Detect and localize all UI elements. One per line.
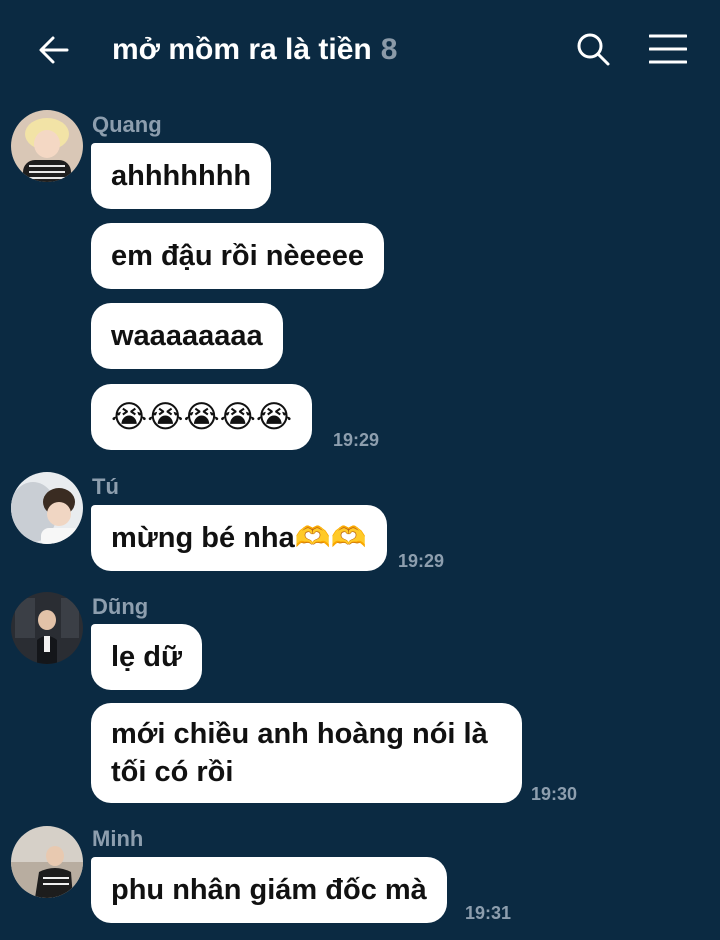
message-bubble[interactable]: phu nhân giám đốc mà [91,857,447,923]
message-bubble[interactable]: mới chiều anh hoàng nói là tối có rồi [91,703,522,803]
sender-name-tu: Tú [92,474,119,499]
message-bubble[interactable]: em đậu rồi nèeeee [91,223,385,289]
member-count: 8 [380,33,398,66]
message-bubble[interactable]: 😭😭😭😭😭 [91,384,313,450]
message-timestamp: 19:29 [398,551,445,571]
chat-title[interactable]: mở mồm ra là tiền 8 [112,28,397,72]
search-icon [577,33,610,66]
sender-name-dung: Dũng [92,594,149,619]
message-timestamp: 19:30 [531,784,578,804]
message-timestamp: 19:29 [333,430,380,450]
menu-button[interactable] [644,26,692,72]
message-bubble[interactable]: lẹ dữ [91,624,202,690]
arrow-left-icon [39,36,69,64]
sender-name-quang: Quang [92,112,162,137]
message-bubble[interactable]: waaaaaaaa [91,303,283,369]
group-name: mở mồm ra là tiền [112,33,372,66]
back-button[interactable] [32,28,76,72]
avatar-dung[interactable] [11,592,83,664]
avatar-minh[interactable] [11,826,83,898]
message-timestamp: 19:31 [465,903,512,923]
avatar-quang[interactable] [11,110,83,182]
chat-header: mở mồm ra là tiền 8 [0,0,720,98]
avatar-tu[interactable] [11,472,83,544]
sender-name-minh: Minh [92,826,144,851]
message-bubble[interactable]: mừng bé nha🫶🫶 [91,505,387,571]
message-bubble[interactable]: ahhhhhhh [91,143,272,209]
search-button[interactable] [570,26,616,72]
hamburger-menu-icon [649,34,687,64]
